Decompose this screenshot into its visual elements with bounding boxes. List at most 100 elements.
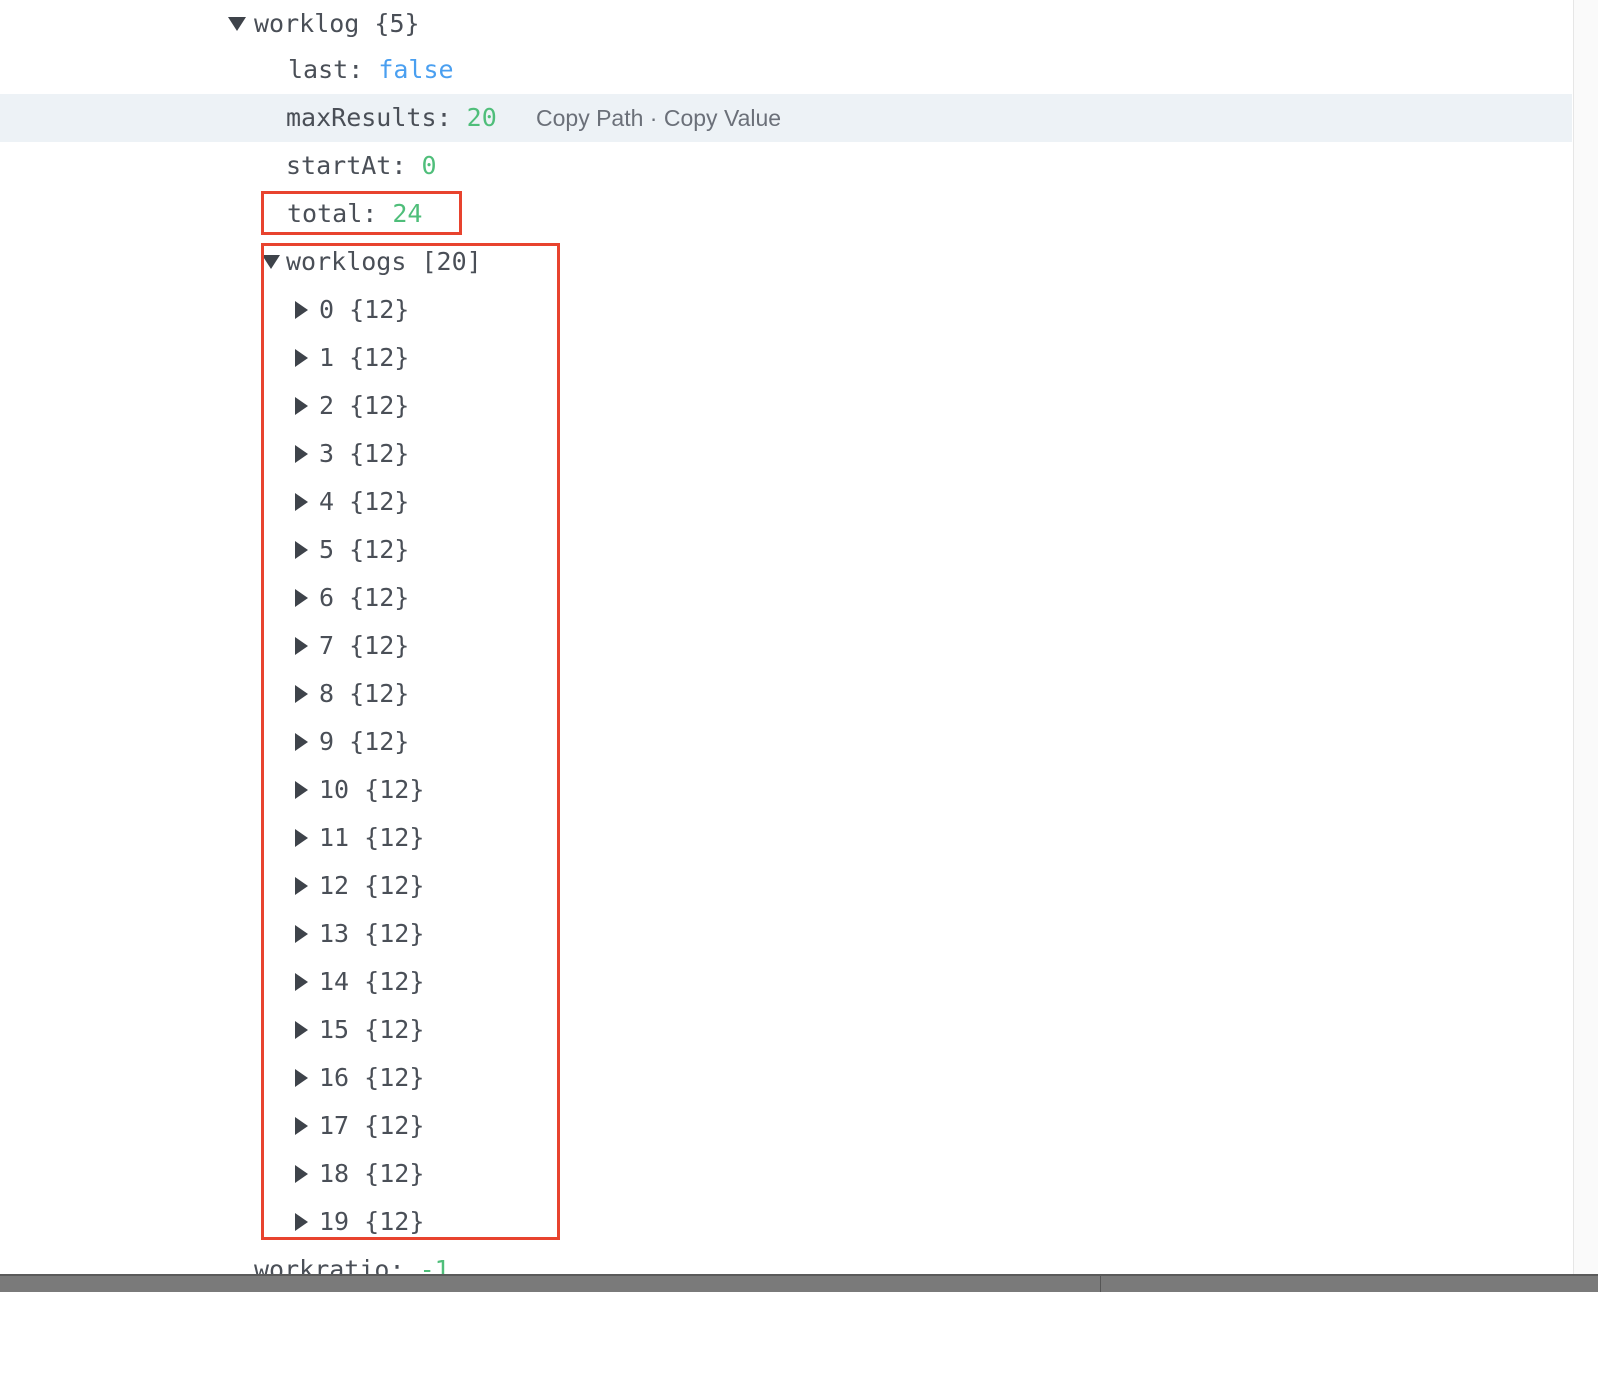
array-item[interactable]: 6 {12} (0, 574, 1572, 622)
item-index: 2 (319, 391, 335, 420)
caret-right-icon[interactable] (295, 925, 308, 943)
caret-right-icon[interactable] (295, 1117, 308, 1135)
array-item[interactable]: 14 {12} (0, 958, 1572, 1006)
item-index: 19 (319, 1207, 350, 1236)
caret-right-icon[interactable] (295, 1165, 308, 1183)
caret-right-icon[interactable] (295, 733, 308, 751)
tree-node-last[interactable]: last: false (0, 46, 1572, 94)
separator: · (649, 105, 658, 131)
caret-right-icon[interactable] (295, 397, 308, 415)
node-value: 20 (466, 103, 497, 132)
caret-right-icon[interactable] (295, 349, 308, 367)
node-count: {5} (374, 9, 420, 38)
item-count: {12} (364, 1063, 425, 1092)
tree-node-worklog[interactable]: worklog {5} (0, 0, 1572, 48)
caret-right-icon[interactable] (295, 541, 308, 559)
item-count: {12} (364, 919, 425, 948)
item-count: {12} (349, 295, 410, 324)
array-item[interactable]: 10 {12} (0, 766, 1572, 814)
item-count: {12} (364, 871, 425, 900)
node-count: [20] (421, 247, 482, 276)
node-key: maxResults: (286, 103, 452, 132)
caret-right-icon[interactable] (295, 1213, 308, 1231)
item-index: 4 (319, 487, 335, 516)
caret-right-icon[interactable] (295, 637, 308, 655)
tree-node-total[interactable]: total: 24 (0, 190, 1572, 238)
item-count: {12} (364, 1015, 425, 1044)
caret-right-icon[interactable] (295, 877, 308, 895)
node-value: 24 (392, 199, 423, 228)
array-item[interactable]: 15 {12} (0, 1006, 1572, 1054)
item-index: 1 (319, 343, 335, 372)
array-item[interactable]: 1 {12} (0, 334, 1572, 382)
caret-right-icon[interactable] (295, 445, 308, 463)
row-actions: Copy Path · Copy Value (536, 94, 781, 142)
caret-down-icon[interactable] (228, 17, 246, 31)
caret-right-icon[interactable] (295, 685, 308, 703)
item-index: 10 (319, 775, 350, 804)
caret-right-icon[interactable] (295, 1021, 308, 1039)
caret-right-icon[interactable] (295, 973, 308, 991)
array-item[interactable]: 8 {12} (0, 670, 1572, 718)
copy-path-link[interactable]: Copy Path (536, 105, 643, 131)
item-index: 14 (319, 967, 350, 996)
caret-right-icon[interactable] (295, 781, 308, 799)
caret-right-icon[interactable] (295, 493, 308, 511)
array-item[interactable]: 18 {12} (0, 1150, 1572, 1198)
item-index: 13 (319, 919, 350, 948)
item-index: 15 (319, 1015, 350, 1044)
item-index: 18 (319, 1159, 350, 1188)
item-index: 12 (319, 871, 350, 900)
item-index: 9 (319, 727, 335, 756)
item-index: 11 (319, 823, 350, 852)
caret-right-icon[interactable] (295, 301, 308, 319)
node-key: worklog (254, 9, 360, 38)
array-item[interactable]: 3 {12} (0, 430, 1572, 478)
array-item[interactable]: 9 {12} (0, 718, 1572, 766)
item-count: {12} (349, 439, 410, 468)
item-count: {12} (364, 967, 425, 996)
node-value: false (378, 55, 454, 84)
item-index: 8 (319, 679, 335, 708)
item-count: {12} (349, 727, 410, 756)
caret-right-icon[interactable] (295, 829, 308, 847)
array-item[interactable]: 2 {12} (0, 382, 1572, 430)
array-item[interactable]: 0 {12} (0, 286, 1572, 334)
tree-node-worklogs[interactable]: worklogs [20] (0, 238, 1572, 286)
item-count: {12} (349, 391, 410, 420)
item-count: {12} (364, 823, 425, 852)
node-value: 0 (421, 151, 437, 180)
node-key: worklogs (286, 247, 407, 276)
item-count: {12} (349, 583, 410, 612)
item-count: {12} (349, 535, 410, 564)
array-item[interactable]: 16 {12} (0, 1054, 1572, 1102)
copy-value-link[interactable]: Copy Value (664, 105, 781, 131)
array-item[interactable]: 12 {12} (0, 862, 1572, 910)
array-item[interactable]: 4 {12} (0, 478, 1572, 526)
item-count: {12} (349, 679, 410, 708)
node-key: total: (287, 199, 378, 228)
item-index: 0 (319, 295, 335, 324)
item-count: {12} (364, 775, 425, 804)
caret-right-icon[interactable] (295, 589, 308, 607)
item-index: 16 (319, 1063, 350, 1092)
caret-down-icon[interactable] (262, 255, 280, 269)
array-item[interactable]: 5 {12} (0, 526, 1572, 574)
array-item[interactable]: 13 {12} (0, 910, 1572, 958)
vertical-scrollbar[interactable] (1573, 0, 1598, 1274)
item-index: 3 (319, 439, 335, 468)
item-count: {12} (349, 631, 410, 660)
item-count: {12} (364, 1159, 425, 1188)
item-count: {12} (349, 487, 410, 516)
caret-right-icon[interactable] (295, 1069, 308, 1087)
tree-node-startat[interactable]: startAt: 0 (0, 142, 1572, 190)
item-index: 17 (319, 1111, 350, 1140)
array-item[interactable]: 7 {12} (0, 622, 1572, 670)
array-item[interactable]: 11 {12} (0, 814, 1572, 862)
array-item[interactable]: 17 {12} (0, 1102, 1572, 1150)
tree-node-maxresults[interactable]: maxResults: 20 Copy Path · Copy Value (0, 94, 1572, 142)
array-item[interactable]: 19 {12} (0, 1198, 1572, 1246)
item-index: 6 (319, 583, 335, 612)
node-key: last: (288, 55, 364, 84)
item-count: {12} (364, 1207, 425, 1236)
